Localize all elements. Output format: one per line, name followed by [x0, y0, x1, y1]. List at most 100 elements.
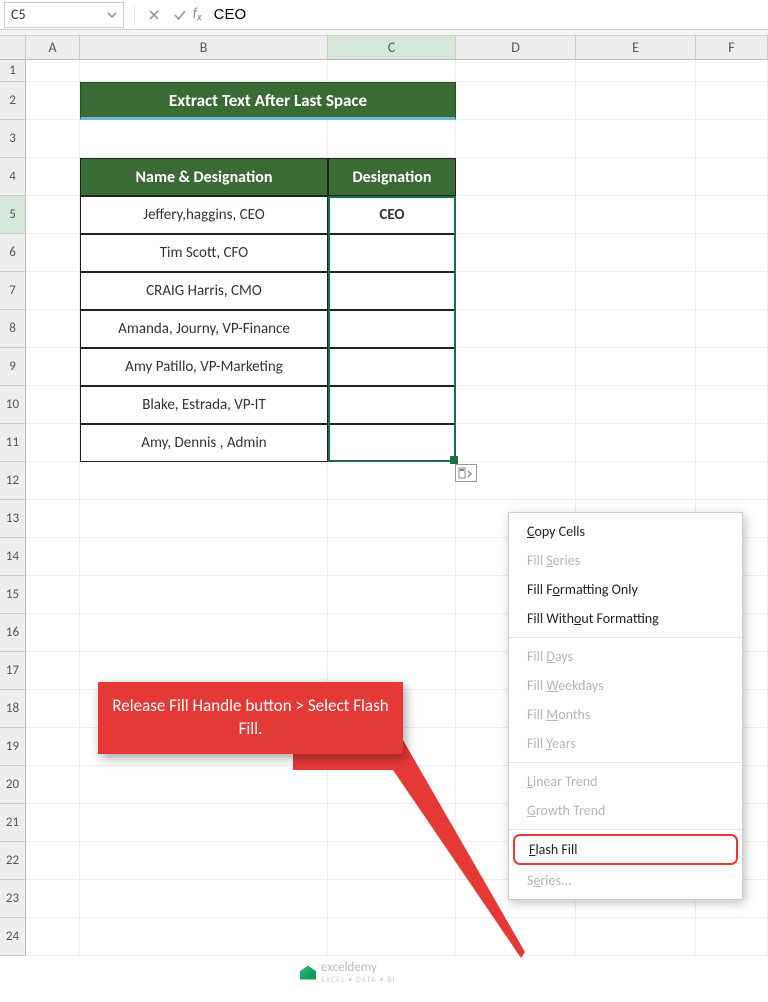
cell[interactable]: [26, 766, 80, 804]
cell[interactable]: [696, 272, 768, 310]
row-header[interactable]: 10: [0, 386, 26, 424]
table-cell[interactable]: CRAIG Harris, CMO: [80, 272, 328, 310]
row-header[interactable]: 1: [0, 60, 26, 82]
select-all-corner[interactable]: [0, 36, 26, 59]
col-header-f[interactable]: F: [696, 36, 768, 59]
row-header[interactable]: 21: [0, 804, 26, 842]
cell[interactable]: [328, 538, 456, 576]
fx-icon[interactable]: fx: [193, 6, 202, 24]
cell[interactable]: [328, 842, 456, 880]
table-header[interactable]: Designation: [328, 158, 456, 196]
cell[interactable]: [576, 60, 696, 82]
cell[interactable]: [26, 462, 80, 500]
formula-input[interactable]: [208, 3, 768, 27]
cell[interactable]: [26, 386, 80, 424]
col-header-a[interactable]: A: [26, 36, 80, 59]
cell[interactable]: [576, 462, 696, 500]
cell[interactable]: [456, 158, 576, 196]
cell[interactable]: [696, 386, 768, 424]
row-header[interactable]: 24: [0, 918, 26, 956]
row-header[interactable]: 23: [0, 880, 26, 918]
cell[interactable]: [26, 234, 80, 272]
cell[interactable]: [80, 880, 328, 918]
table-cell[interactable]: [328, 272, 456, 310]
cell[interactable]: [328, 500, 456, 538]
cell[interactable]: [80, 576, 328, 614]
cell[interactable]: [26, 272, 80, 310]
cell[interactable]: [576, 120, 696, 158]
col-header-b[interactable]: B: [80, 36, 328, 59]
cell[interactable]: [26, 538, 80, 576]
cell[interactable]: [696, 82, 768, 120]
row-header[interactable]: 12: [0, 462, 26, 500]
cell[interactable]: [456, 196, 576, 234]
cell[interactable]: [26, 158, 80, 196]
cell[interactable]: [26, 652, 80, 690]
cell[interactable]: [328, 60, 456, 82]
cell[interactable]: [80, 538, 328, 576]
col-header-d[interactable]: D: [456, 36, 576, 59]
active-cell[interactable]: CEO: [328, 196, 456, 234]
cell[interactable]: [456, 60, 576, 82]
menu-item[interactable]: Fill Formatting Only: [509, 575, 742, 604]
table-cell[interactable]: [328, 386, 456, 424]
cell[interactable]: [576, 386, 696, 424]
table-cell[interactable]: [328, 310, 456, 348]
cell[interactable]: [456, 310, 576, 348]
cell[interactable]: [576, 196, 696, 234]
cell[interactable]: [26, 576, 80, 614]
table-cell[interactable]: Amy Patillo, VP-Marketing: [80, 348, 328, 386]
table-cell[interactable]: [328, 348, 456, 386]
cell[interactable]: [456, 82, 576, 120]
cell[interactable]: [26, 310, 80, 348]
cancel-icon[interactable]: [141, 2, 167, 28]
cell[interactable]: [26, 880, 80, 918]
col-header-e[interactable]: E: [576, 36, 696, 59]
cell[interactable]: [26, 500, 80, 538]
cell[interactable]: [328, 120, 456, 158]
table-cell[interactable]: [328, 424, 456, 462]
cell[interactable]: [328, 766, 456, 804]
menu-item[interactable]: Flash Fill: [513, 834, 738, 865]
title-cell[interactable]: Extract Text After Last Space: [80, 82, 456, 120]
cell[interactable]: [26, 842, 80, 880]
cell[interactable]: [696, 60, 768, 82]
cell[interactable]: [576, 158, 696, 196]
row-header[interactable]: 16: [0, 614, 26, 652]
row-header[interactable]: 7: [0, 272, 26, 310]
enter-icon[interactable]: [167, 2, 193, 28]
row-header[interactable]: 13: [0, 500, 26, 538]
cell[interactable]: [26, 728, 80, 766]
cell[interactable]: [696, 918, 768, 956]
name-box[interactable]: C5: [4, 2, 124, 28]
cell[interactable]: [576, 348, 696, 386]
cell[interactable]: [696, 234, 768, 272]
row-header[interactable]: 3: [0, 120, 26, 158]
cell[interactable]: [456, 424, 576, 462]
cell[interactable]: [26, 82, 80, 120]
cell[interactable]: [696, 462, 768, 500]
cell[interactable]: [26, 120, 80, 158]
col-header-c[interactable]: C: [328, 36, 456, 59]
cell[interactable]: [456, 120, 576, 158]
row-header[interactable]: 6: [0, 234, 26, 272]
row-header[interactable]: 22: [0, 842, 26, 880]
table-cell[interactable]: Jeffery,haggins, CEO: [80, 196, 328, 234]
cell[interactable]: [576, 272, 696, 310]
row-header[interactable]: 15: [0, 576, 26, 614]
table-header[interactable]: Name & Designation: [80, 158, 328, 196]
menu-item[interactable]: Fill Without Formatting: [509, 604, 742, 633]
row-header[interactable]: 4: [0, 158, 26, 196]
cell[interactable]: [80, 60, 328, 82]
row-header[interactable]: 17: [0, 652, 26, 690]
table-cell[interactable]: Amanda, Journy, VP-Finance: [80, 310, 328, 348]
table-cell[interactable]: Tim Scott, CFO: [80, 234, 328, 272]
cell[interactable]: [696, 120, 768, 158]
cell[interactable]: [456, 918, 576, 956]
cell[interactable]: [26, 614, 80, 652]
cell[interactable]: [696, 158, 768, 196]
cell[interactable]: [576, 310, 696, 348]
row-header[interactable]: 2: [0, 82, 26, 120]
cell[interactable]: [26, 196, 80, 234]
row-header[interactable]: 20: [0, 766, 26, 804]
